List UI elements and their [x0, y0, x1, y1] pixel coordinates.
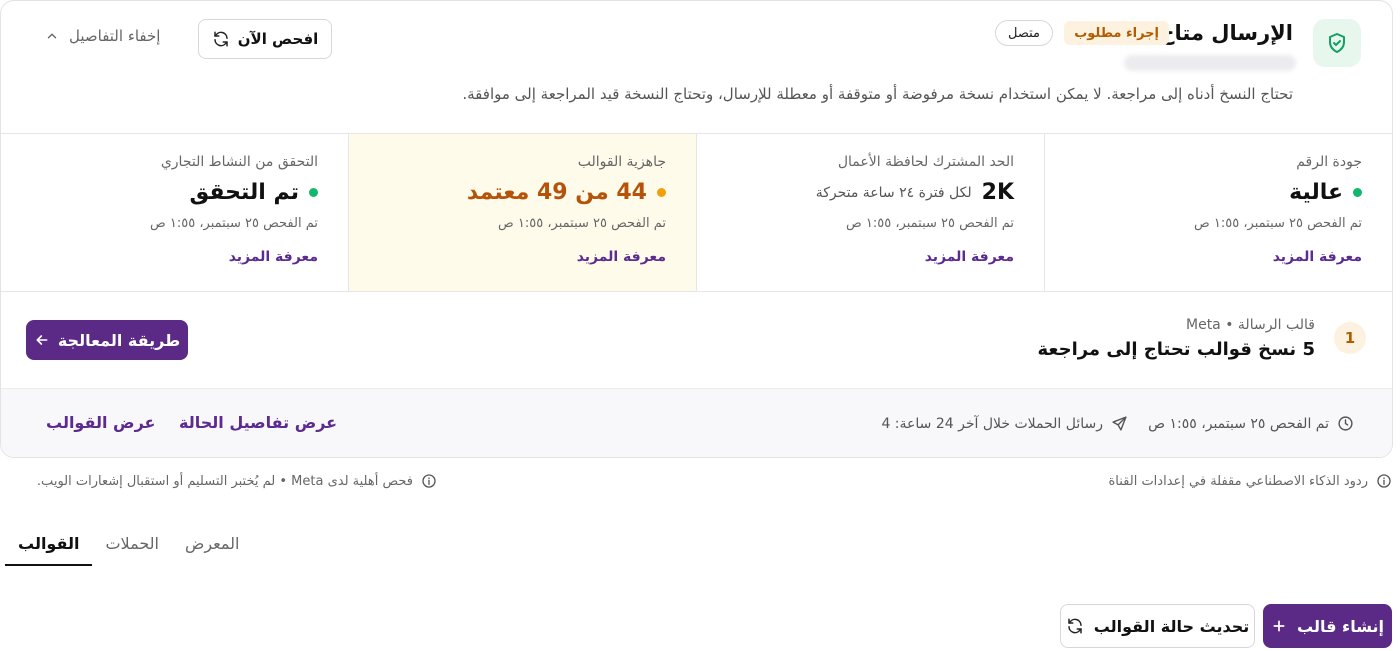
check-now-button[interactable]: افحص الآن: [198, 19, 332, 59]
status-description: تحتاج النسخ أدناه إلى مراجعة. لا يمكن اس…: [462, 85, 1293, 103]
connected-badge: متصل: [994, 20, 1053, 46]
tabs-bar: القوالب الحملات المعرض: [5, 529, 252, 566]
create-template-button[interactable]: إنشاء قالب: [1263, 604, 1392, 648]
status-footer: تم الفحص ٢٥ سبتمبر، ١:٥٥ ص رسائل الحملات…: [1, 388, 1392, 457]
stat-number-quality: جودة الرقم عالية تم الفحص ٢٥ سبتمبر، ١:٥…: [1044, 134, 1392, 291]
clock-icon: [1337, 415, 1354, 432]
stat-value-text: 2K: [981, 180, 1014, 205]
status-dot: [309, 188, 318, 197]
tab-campaigns[interactable]: الحملات: [92, 529, 172, 566]
create-template-label: إنشاء قالب: [1297, 616, 1384, 636]
info-icon: [421, 473, 437, 489]
learn-more-link[interactable]: معرفة المزيد: [577, 249, 666, 265]
learn-more-link[interactable]: معرفة المزيد: [925, 249, 1014, 265]
resolution-steps-label: طريقة المعالجة: [57, 330, 181, 350]
task-kicker: قالب الرسالة • Meta: [1186, 317, 1315, 333]
send-icon: [1111, 415, 1128, 432]
status-dot: [657, 188, 666, 197]
stat-value-text: عالية: [1289, 180, 1343, 205]
required-task: 1 قالب الرسالة • Meta 5 نسخ قوالب تحتاج …: [1, 292, 1392, 388]
ai-replies-text: ردود الذكاء الاصطناعي مقفلة في إعدادات ا…: [1108, 473, 1368, 489]
status-dot: [1353, 188, 1362, 197]
campaigns-count-text: رسائل الحملات خلال آخر 24 ساعة: 4: [881, 415, 1103, 432]
learn-more-link[interactable]: معرفة المزيد: [229, 249, 318, 265]
hide-details-label: إخفاء التفاصيل: [69, 27, 161, 45]
info-icon: [1376, 473, 1392, 489]
refresh-templates-button[interactable]: تحديث حالة القوالب: [1060, 604, 1255, 648]
task-title: 5 نسخ قوالب تحتاج إلى مراجعة: [1037, 339, 1315, 360]
tab-gallery[interactable]: المعرض: [172, 529, 252, 566]
resolution-steps-button[interactable]: طريقة المعالجة: [26, 320, 188, 360]
stat-label: الحد المشترك لحافظة الأعمال: [837, 154, 1014, 170]
stats-row: جودة الرقم عالية تم الفحص ٢٥ سبتمبر، ١:٥…: [1, 133, 1392, 292]
shield-check-icon: [1313, 19, 1361, 67]
refresh-templates-label: تحديث حالة القوالب: [1093, 616, 1250, 636]
stat-business-verification: التحقق من النشاط التجاري تم التحقق تم ال…: [1, 134, 348, 291]
checked-time-item: تم الفحص ٢٥ سبتمبر، ١:٥٥ ص: [1148, 415, 1354, 432]
arrow-left-icon: [34, 332, 50, 348]
stat-value: تم التحقق: [190, 180, 318, 205]
stat-portfolio-limit: الحد المشترك لحافظة الأعمال 2K لكل فترة …: [696, 134, 1044, 291]
meta-check-text: فحص أهلية لدى Meta • لم يُختبر التسليم أ…: [36, 473, 413, 489]
tab-templates[interactable]: القوالب: [5, 529, 93, 566]
meta-check-note: فحص أهلية لدى Meta • لم يُختبر التسليم أ…: [37, 473, 437, 489]
stat-label: جودة الرقم: [1296, 154, 1362, 170]
chevron-up-icon: [45, 29, 59, 43]
campaigns-count-item: رسائل الحملات خلال آخر 24 ساعة: 4: [881, 415, 1128, 432]
action-required-badge: إجراء مطلوب: [1064, 21, 1169, 45]
stat-checked-time: تم الفحص ٢٥ سبتمبر، ١:٥٥ ص: [150, 216, 318, 231]
stat-value: 2K لكل فترة ٢٤ ساعة متحركة: [816, 180, 1014, 205]
task-number: 1: [1334, 322, 1366, 354]
refresh-icon: [1066, 617, 1084, 635]
stat-templates-readiness: جاهزية القوالب 44 من 49 معتمد تم الفحص ٢…: [348, 134, 696, 291]
refresh-icon: [212, 30, 230, 48]
check-now-label: افحص الآن: [237, 30, 319, 48]
view-status-details-link[interactable]: عرض تفاصيل الحالة: [179, 413, 337, 432]
status-title: الإرسال متاح: [1159, 21, 1293, 45]
stat-label: جاهزية القوالب: [577, 154, 666, 170]
redacted-phone-number: [1124, 55, 1296, 71]
view-templates-link[interactable]: عرض القوالب: [46, 413, 155, 432]
stat-value: عالية: [1289, 180, 1362, 205]
ai-replies-note: ردود الذكاء الاصطناعي مقفلة في إعدادات ا…: [1108, 473, 1392, 489]
stat-checked-time: تم الفحص ٢٥ سبتمبر، ١:٥٥ ص: [1194, 216, 1362, 231]
stat-value-text: 44 من 49 معتمد: [466, 180, 647, 205]
stat-value-sub: لكل فترة ٢٤ ساعة متحركة: [815, 184, 972, 201]
plus-icon: [1271, 618, 1287, 634]
hide-details-toggle[interactable]: إخفاء التفاصيل: [45, 27, 160, 45]
stat-value-text: تم التحقق: [189, 180, 299, 205]
stat-value: 44 من 49 معتمد: [467, 180, 666, 205]
status-header: الإرسال متاح إجراء مطلوب متصل تحتاج النس…: [1, 1, 1392, 133]
checked-time-text: تم الفحص ٢٥ سبتمبر، ١:٥٥ ص: [1148, 415, 1329, 432]
stat-label: التحقق من النشاط التجاري: [160, 154, 318, 170]
stat-checked-time: تم الفحص ٢٥ سبتمبر، ١:٥٥ ص: [498, 216, 666, 231]
stat-checked-time: تم الفحص ٢٥ سبتمبر، ١:٥٥ ص: [846, 216, 1014, 231]
delivery-status-card: الإرسال متاح إجراء مطلوب متصل تحتاج النس…: [0, 0, 1393, 458]
learn-more-link[interactable]: معرفة المزيد: [1273, 249, 1362, 265]
